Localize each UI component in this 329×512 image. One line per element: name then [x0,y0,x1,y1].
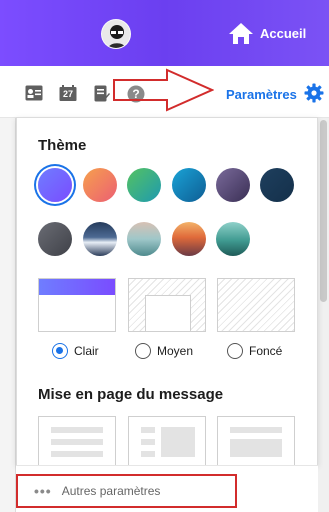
theme-swatch-gris-ardoise[interactable] [38,222,72,256]
preview-line [51,451,103,457]
home-icon [229,23,253,44]
panel-scrollbar-thumb[interactable] [320,120,327,302]
more-settings-label: Autres paramètres [61,484,161,498]
gear-icon[interactable] [304,83,324,103]
home-link[interactable]: Accueil [228,20,306,46]
background-mail-list [0,118,16,512]
settings-link[interactable]: Paramètres [226,87,297,102]
theme-swatch-orange-rose[interactable] [83,168,117,202]
theme-image-montagne[interactable] [83,222,117,256]
layout-preview-content [145,295,191,331]
annotation-arrow-icon [113,68,214,112]
preview-line [141,451,155,457]
preview-block [161,427,195,457]
theme-swatch-bleu-nuit[interactable] [260,168,294,202]
radio-label: Foncé [249,344,283,358]
preview-block [230,439,282,457]
calendar-icon[interactable]: 27 [59,85,77,101]
calendar-day-number: 27 [62,89,73,99]
message-layout-title: Mise en page du message [38,386,224,403]
theme-swatch-bleu[interactable] [172,168,206,202]
contact-card-icon[interactable] [25,85,43,101]
preview-line [230,427,282,433]
user-avatar[interactable] [101,19,131,49]
layout-preview-clair[interactable] [38,278,116,332]
message-layout-option-2[interactable] [128,416,206,465]
settings-panel: Thème Clair Moyen Foncé Mise en page du … [16,117,318,465]
theme-swatch-bleu-violet[interactable] [38,168,72,202]
theme-image-vallee[interactable] [216,222,250,256]
preview-line [51,439,103,445]
theme-title: Thème [38,137,87,154]
theme-swatch-violet-sombre[interactable] [216,168,250,202]
preview-line [51,427,103,433]
more-dots-icon: ••• [34,483,52,499]
preview-line [141,427,155,433]
preview-line [141,439,155,445]
radio-fonce[interactable]: Foncé [227,343,282,359]
theme-swatch-vert-bleu[interactable] [127,168,161,202]
home-label: Accueil [260,25,307,41]
radio-label: Clair [74,344,99,358]
message-layout-option-1[interactable] [38,416,116,465]
message-layout-option-3[interactable] [217,416,295,465]
notes-icon[interactable] [94,85,110,102]
radio-label: Moyen [157,344,194,358]
theme-image-coucher-de-soleil[interactable] [172,222,206,256]
layout-preview-header [39,279,115,295]
more-settings-button[interactable]: ••• Autres paramètres [16,474,237,508]
radio-button[interactable] [227,343,243,359]
radio-clair[interactable]: Clair [52,343,99,359]
layout-preview-fonce[interactable] [217,278,295,332]
theme-image-plage[interactable] [127,222,161,256]
radio-moyen[interactable]: Moyen [135,343,193,359]
layout-preview-moyen[interactable] [128,278,206,332]
radio-button[interactable] [135,343,151,359]
radio-button[interactable] [52,343,68,359]
